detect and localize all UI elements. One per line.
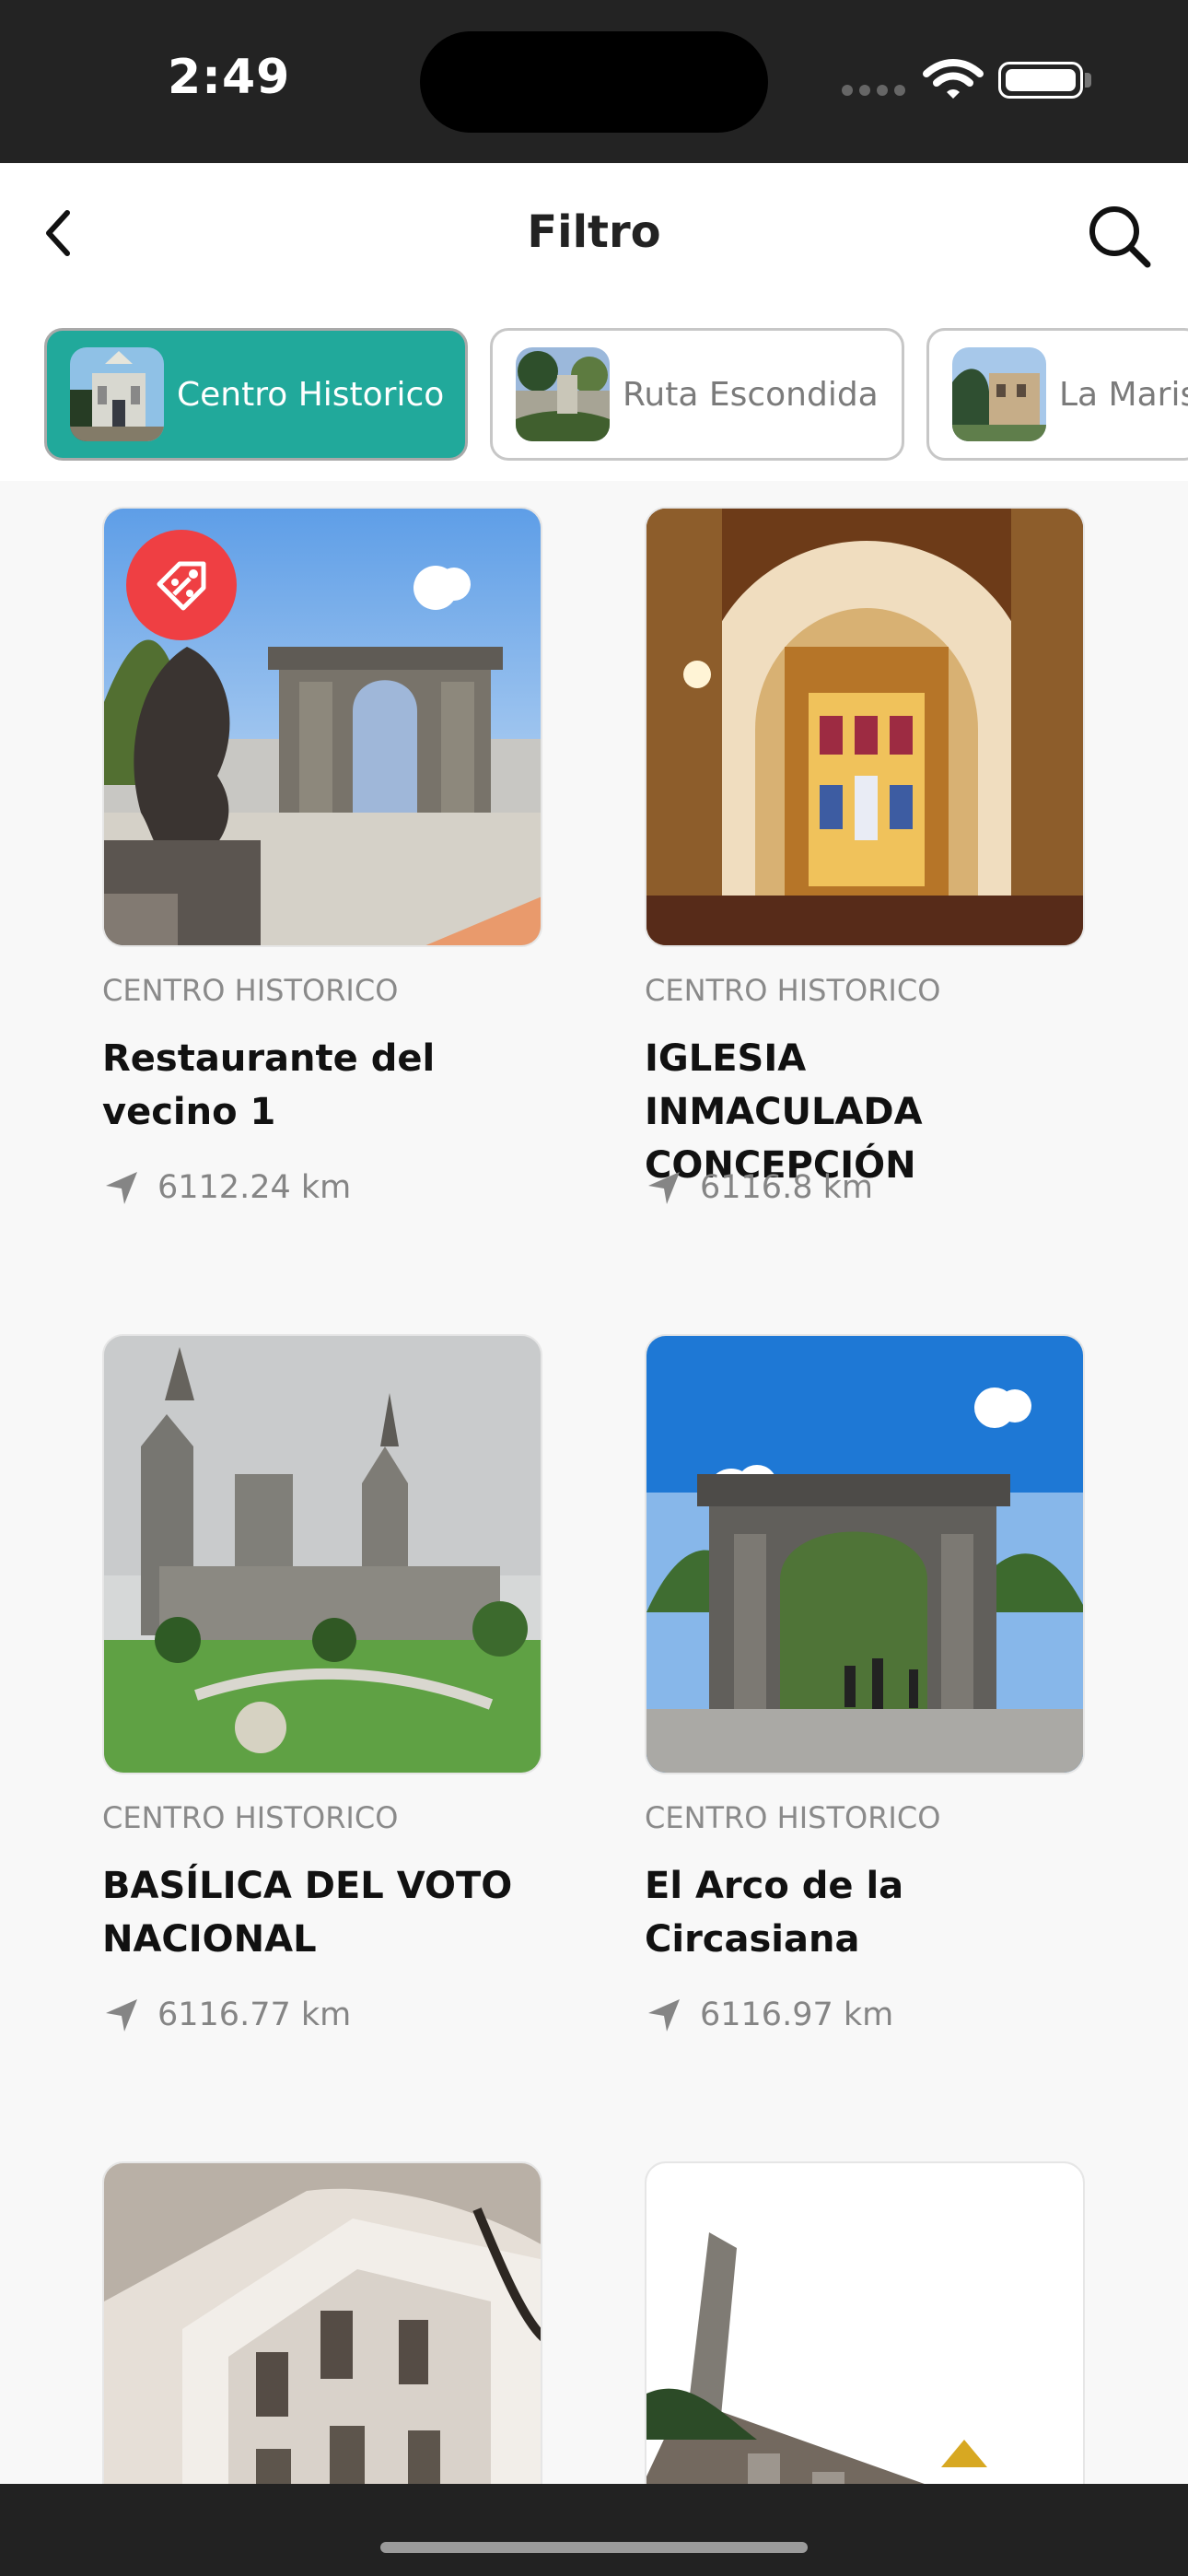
status-bar: 2:49	[0, 0, 1188, 163]
place-name: Restaurante del vecino 1	[102, 1037, 436, 1133]
places-grid: CENTRO HISTORICO Restaurante del vecino …	[0, 481, 1188, 2484]
place-distance: 6116.97 km	[645, 1996, 893, 2034]
filter-chip-label: La Maris	[1059, 375, 1188, 414]
navigation-arrow-icon	[106, 1172, 137, 1204]
hidden-route-thumbnail	[516, 347, 610, 441]
place-photo	[104, 1336, 541, 1773]
place-photo	[646, 1336, 1083, 1773]
discount-badge	[126, 530, 237, 640]
distance-value: 6112.24 km	[157, 1169, 352, 1206]
place-image	[102, 1334, 542, 1774]
dynamic-island	[420, 31, 768, 133]
place-photo	[646, 2163, 1083, 2484]
la-maris-thumbnail	[952, 347, 1046, 441]
filter-chip-label: Centro Historico	[177, 375, 445, 414]
filter-chip-label: Ruta Escondida	[623, 375, 879, 414]
place-category: CENTRO HISTORICO	[645, 1800, 941, 1835]
cellular-signal-icon	[842, 85, 906, 98]
wifi-icon	[923, 59, 984, 99]
place-image	[645, 2161, 1085, 2484]
place-image	[645, 1334, 1085, 1774]
home-indicator[interactable]	[380, 2542, 808, 2553]
place-image	[102, 2161, 542, 2484]
historic-center-thumbnail	[70, 347, 164, 441]
place-name: El Arco de la Circasiana	[645, 1865, 904, 1961]
place-distance: 6116.77 km	[102, 1996, 351, 2034]
discount-tag-icon	[157, 561, 206, 611]
place-category: CENTRO HISTORICO	[102, 973, 399, 1008]
filter-chip-ruta-escondida[interactable]: Ruta Escondida	[490, 328, 904, 461]
bottom-bar	[0, 2484, 1188, 2576]
distance-value: 6116.8 km	[700, 1169, 873, 1206]
filter-chip-centro-historico[interactable]: Centro Historico	[44, 328, 468, 461]
place-image	[102, 507, 542, 947]
battery-icon	[998, 62, 1083, 99]
place-category: CENTRO HISTORICO	[645, 973, 941, 1008]
place-distance: 6112.24 km	[102, 1168, 351, 1207]
place-category: CENTRO HISTORICO	[102, 1800, 399, 1835]
battery-tip-icon	[1085, 73, 1091, 88]
filter-chip-la-maris[interactable]: La Maris	[926, 328, 1188, 461]
distance-value: 6116.77 km	[157, 1996, 352, 2033]
status-time: 2:49	[168, 50, 291, 105]
place-photo	[104, 2163, 541, 2484]
search-icon	[1089, 206, 1151, 268]
search-button[interactable]	[1083, 200, 1157, 274]
page-title: Filtro	[527, 206, 661, 258]
place-distance: 6116.8 km	[645, 1168, 873, 1207]
navigation-arrow-icon	[106, 1999, 137, 2032]
navigation-arrow-icon	[648, 1172, 680, 1204]
place-image	[645, 507, 1085, 947]
distance-value: 6116.97 km	[700, 1996, 894, 2033]
place-photo	[646, 509, 1083, 945]
navigation-arrow-icon	[648, 1999, 680, 2032]
place-name: BASÍLICA DEL VOTO NACIONAL	[102, 1865, 513, 1961]
